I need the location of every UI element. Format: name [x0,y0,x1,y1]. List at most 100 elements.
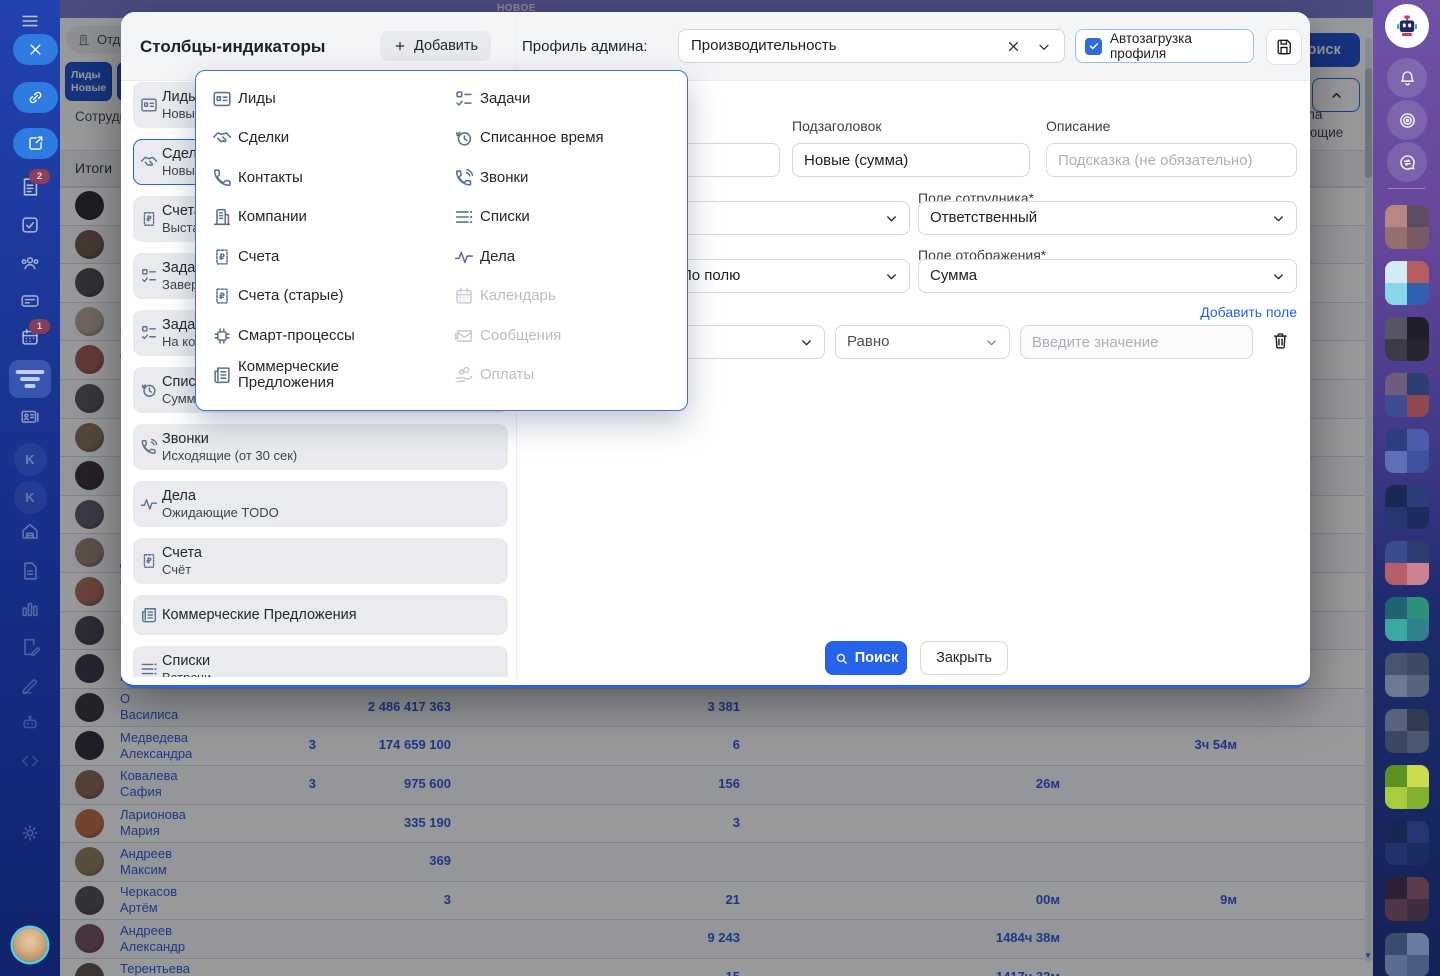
menu-item-звонки[interactable]: Звонки [438,158,689,198]
sidebar-item-developer-tools[interactable] [0,748,60,774]
blurred-avatar[interactable] [1385,765,1429,809]
sidebar-item-calendar[interactable]: 1 [0,324,60,350]
autoload-profile-toggle[interactable]: Автозагрузка профиля [1075,29,1254,63]
menu-item-счета[interactable]: ₽Счета [196,237,442,277]
menu-item-списки[interactable]: Списки [438,198,689,238]
modal-search-button[interactable]: Поиск [825,641,907,675]
menu-item-счета-старые-[interactable]: ₽Счета (старые) [196,277,442,317]
phone-ring-icon [453,167,475,189]
sidebar-item-analytics[interactable] [0,596,60,622]
bell-icon [1397,68,1418,89]
condition-select[interactable]: Равно [835,325,1010,359]
blurred-avatar[interactable] [1385,485,1429,529]
calendar-icon [453,285,475,307]
blurred-avatar[interactable] [1385,373,1429,417]
file-icon [19,560,41,582]
sidebar-item-app-k-2[interactable]: K [0,480,60,514]
menu-item-сообщения: Сообщения [438,316,689,356]
blurred-avatar[interactable] [1385,429,1429,473]
sidebar-item-company-drive[interactable] [0,518,60,544]
subtitle-input[interactable] [792,143,1030,177]
home-icon [19,520,41,542]
entity-select[interactable] [669,201,910,235]
assistant-logo-button[interactable] [1385,4,1429,48]
menu-item-дела[interactable]: Дела [438,237,689,277]
phone-ring-icon [139,437,159,457]
chevron-down-icon [799,335,814,350]
sidebar-item-docs-editor[interactable] [0,634,60,660]
sidebar-item-tasks[interactable] [0,212,60,238]
chevron-down-icon[interactable] [1036,39,1052,55]
blurred-avatar[interactable] [1385,597,1429,641]
newspaper-icon [139,605,159,625]
pulse-icon [453,246,475,268]
blurred-avatar[interactable] [1385,541,1429,585]
user-avatar[interactable] [13,928,47,962]
save-profile-button[interactable] [1266,29,1302,65]
blurred-avatar[interactable] [1385,933,1429,976]
autoload-checkbox[interactable] [1085,38,1102,55]
blurred-avatar[interactable] [1385,261,1429,305]
sidebar-item-crm-filter[interactable] [9,360,51,398]
menu-item-задачи[interactable]: Задачи [438,79,689,119]
sidebar-item-documents[interactable] [0,558,60,584]
sidebar-item-automation-bot[interactable] [0,710,60,736]
blurred-avatar[interactable] [1385,653,1429,697]
menu-item-коммерческие-предложения[interactable]: КоммерческиеПредложения [196,356,442,396]
indicator-card-звонки[interactable]: ЗвонкиИсходящие (от 30 сек) [133,424,508,470]
blurred-avatar[interactable] [1385,709,1429,753]
delete-filter-icon[interactable] [1270,330,1291,351]
clear-profile-icon[interactable] [1005,38,1022,55]
target-icon [1397,110,1418,131]
app-letter: K [14,443,47,476]
menu-item-компании[interactable]: Компании [196,198,442,238]
add-indicator-button[interactable]: Добавить [380,31,491,61]
menu-item-списанное-время[interactable]: Списанное время [438,119,689,159]
sidebar-item-copy-link[interactable] [13,82,58,113]
modal-close-button[interactable]: Закрыть [920,641,1008,675]
right-sidebar [1373,0,1440,976]
menu-item-лиды[interactable]: Лиды [196,79,442,119]
pulse-icon [139,494,159,514]
employee-field-select[interactable]: Ответственный [918,201,1297,235]
sidebar-button-notifications[interactable] [1387,58,1427,98]
display-field-select[interactable]: Сумма [918,259,1297,293]
sidebar-item-open-new-window[interactable] [13,128,58,159]
sidebar-item-e-sign[interactable] [0,672,60,698]
indicator-card-счета[interactable]: ₽СчетаСчёт [133,538,508,584]
filter-value-input[interactable] [1020,325,1253,359]
burger-icon [19,10,41,32]
group-by-select[interactable]: По полю [669,259,910,293]
sidebar-item-menu[interactable] [0,8,60,34]
blurred-avatar[interactable] [1385,317,1429,361]
indicator-card-коммерческие-предложения[interactable]: Коммерческие Предложения [133,595,508,635]
menu-item-контакты[interactable]: Контакты [196,158,442,198]
menu-item-сделки[interactable]: Сделки [196,119,442,159]
blurred-avatar[interactable] [1385,205,1429,249]
blurred-avatar[interactable] [1385,821,1429,865]
menu-item-смарт-процессы[interactable]: Смарт-процессы [196,316,442,356]
newspaper-icon [211,364,233,386]
code-icon [19,750,41,772]
indicator-card-дела[interactable]: ДелаОжидающие TODO [133,481,508,527]
description-label: Описание [1046,118,1110,134]
id-card-icon [211,88,233,110]
receipt-icon: ₽ [139,551,159,571]
sidebar-item-settings[interactable] [0,820,60,846]
sidebar-item-payments-card[interactable] [0,288,60,314]
sidebar-item-contact-center[interactable] [0,404,60,430]
sidebar-item-employees[interactable] [0,250,60,276]
sidebar-item-news-feed[interactable]: 2 [0,174,60,200]
app-letter: K [14,481,47,514]
filter-field-select[interactable] [669,325,825,359]
sidebar-item-app-k-1[interactable]: K [0,442,60,476]
sidebar-item-close-panel[interactable] [13,34,58,65]
indicator-card-списки[interactable]: СпискиВстречи [133,646,508,677]
admin-profile-select[interactable]: Производительность [678,29,1065,63]
description-input[interactable] [1046,143,1297,177]
blurred-avatar[interactable] [1385,877,1429,921]
handshake-icon [211,127,233,149]
sidebar-button-chat-exchange[interactable] [1387,142,1427,182]
add-field-link[interactable]: Добавить поле [1200,304,1297,320]
sidebar-button-focus[interactable] [1387,100,1427,140]
